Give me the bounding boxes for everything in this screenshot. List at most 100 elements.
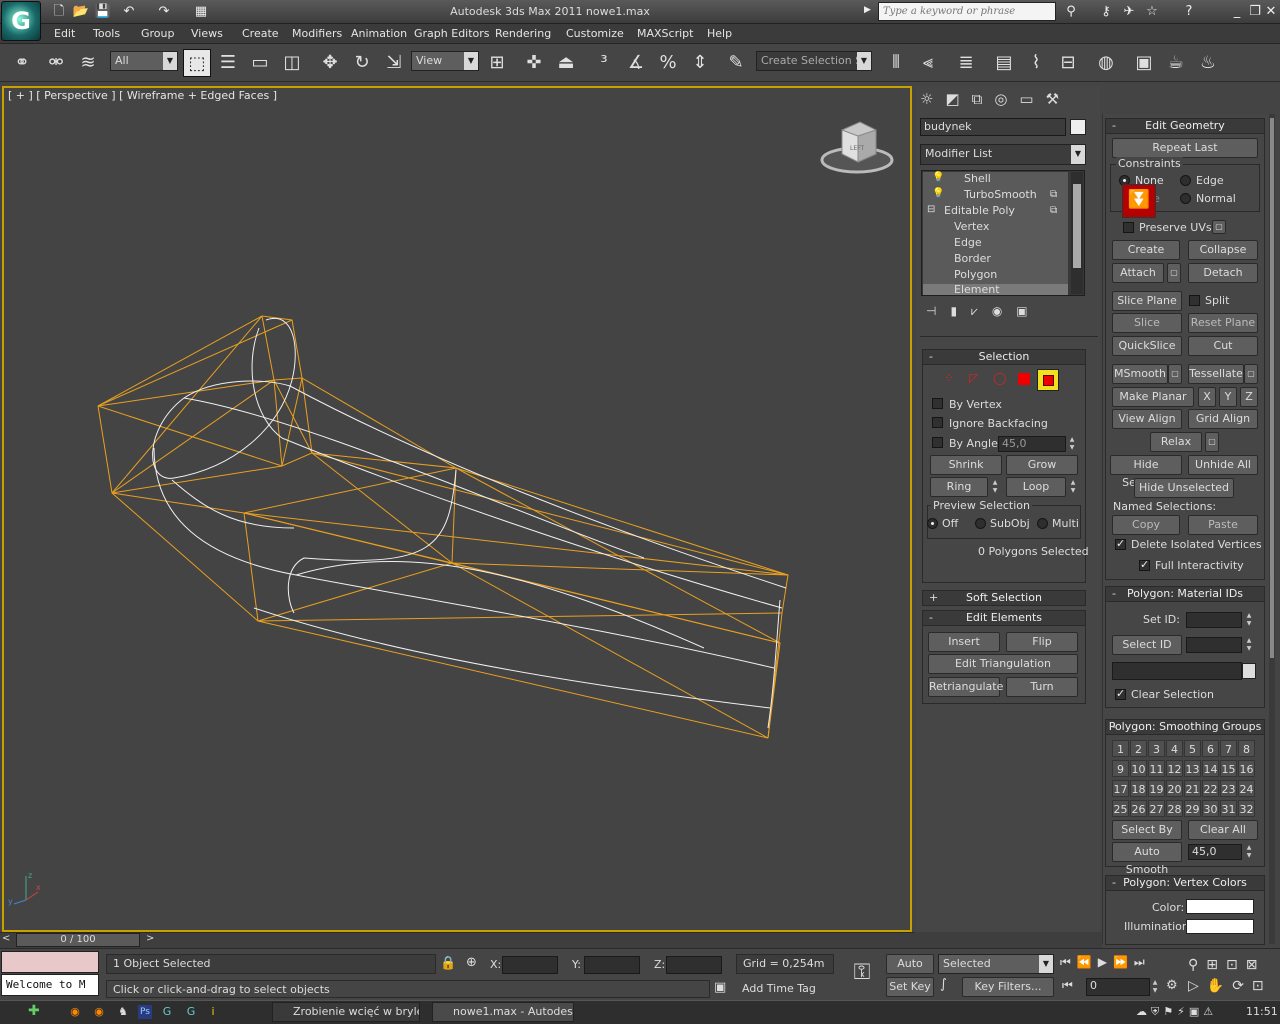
graphite-ribbon-icon[interactable]: ▤ xyxy=(990,49,1018,77)
smoothing-group-button[interactable]: 3 xyxy=(1148,740,1165,757)
rendered-frame-icon[interactable]: ☕ xyxy=(1162,49,1190,77)
loop-spinner-arrows[interactable]: ▲ ▼ xyxy=(1068,479,1078,495)
add-time-tag-button[interactable]: Add Time Tag xyxy=(736,980,834,998)
preview-multi-radio[interactable] xyxy=(1037,518,1048,529)
stack-tools-row[interactable]: ⊣▮⩗◉▣ xyxy=(926,304,1042,319)
smoothing-group-button[interactable]: 9 xyxy=(1112,760,1129,777)
expand-arrow-icon[interactable]: ▶ xyxy=(864,5,871,15)
select-object-icon[interactable]: ⬚ xyxy=(183,49,211,77)
preserve-uvs-checkbox[interactable] xyxy=(1123,222,1134,233)
close-icon[interactable]: ✕ xyxy=(1262,3,1280,20)
smoothing-group-button[interactable]: 4 xyxy=(1166,740,1183,757)
smoothing-group-button[interactable]: 10 xyxy=(1130,760,1147,777)
select-by-sg-button[interactable]: Select By SG xyxy=(1112,820,1182,854)
scale-icon[interactable]: ⇲ xyxy=(380,49,408,77)
stack-item-element[interactable]: Element xyxy=(923,284,1068,295)
menu-help[interactable]: Help xyxy=(707,24,732,44)
illumination-color-swatch[interactable] xyxy=(1186,919,1254,934)
material-editor-icon[interactable]: ◍ xyxy=(1092,49,1120,77)
stack-item-vertex[interactable] xyxy=(923,220,1068,236)
binoculars-icon[interactable]: ⚲ xyxy=(1062,3,1080,20)
split-checkbox[interactable] xyxy=(1189,295,1200,306)
smoothing-group-button[interactable]: 7 xyxy=(1220,740,1237,757)
new-file-icon[interactable]: 🗋 xyxy=(50,3,68,20)
material-ids-header[interactable]: - Polygon: Material IDs xyxy=(1105,586,1265,602)
save-file-icon[interactable]: 💾 xyxy=(94,3,112,20)
planar-x-button[interactable]: X xyxy=(1198,387,1216,407)
smoothing-group-button[interactable]: 15 xyxy=(1220,760,1237,777)
set-key-button[interactable]: Set Key xyxy=(886,977,934,997)
lock-selection-icon[interactable]: 🔒 xyxy=(440,956,456,971)
key-mode-dropdown[interactable]: Selected ▼ xyxy=(938,954,1054,974)
reference-coord-dropdown[interactable]: View ▼ xyxy=(411,51,479,71)
current-frame-arrows[interactable]: ▲ ▼ xyxy=(1150,979,1160,995)
clear-selection-checkbox[interactable] xyxy=(1115,687,1126,700)
ignore-backfacing-checkbox[interactable] xyxy=(932,417,943,428)
view-align-button[interactable]: View Align xyxy=(1112,409,1182,429)
menu-edit[interactable]: Edit xyxy=(54,24,75,44)
menu-views[interactable]: Views xyxy=(191,24,223,44)
rect-selection-icon[interactable]: ▭ xyxy=(246,49,274,77)
key-mode-toggle-icon[interactable]: ⏮ xyxy=(1062,978,1073,993)
time-config-icon[interactable]: ⚙ xyxy=(1166,978,1178,993)
collapse-minus-icon[interactable]: ⊟ xyxy=(927,204,935,215)
detach-button[interactable]: Detach xyxy=(1188,263,1258,283)
tessellate-button[interactable]: Tessellate xyxy=(1188,364,1244,384)
render-production-icon[interactable]: ♨ xyxy=(1194,49,1222,77)
smoothing-groups-header[interactable]: - Polygon: Smoothing Groups xyxy=(1105,719,1265,735)
curve-editor-icon[interactable]: ⌇ xyxy=(1022,49,1050,77)
reset-plane-button[interactable]: Reset Plane xyxy=(1188,313,1258,333)
smoothing-group-button[interactable]: 5 xyxy=(1184,740,1201,757)
max-launcher-2-icon[interactable]: G xyxy=(184,1005,198,1019)
smoothing-group-button[interactable]: 11 xyxy=(1148,760,1165,777)
bind-spacewarp-icon[interactable]: ≋ xyxy=(74,49,102,77)
select-by-name-icon[interactable]: ☰ xyxy=(214,49,242,77)
smoothing-group-button[interactable]: 19 xyxy=(1148,780,1165,797)
by-angle-spinner[interactable]: 45,0 xyxy=(998,436,1066,452)
command-panel-tabs[interactable]: ☼◩⧉◎▭⚒ xyxy=(920,90,1090,110)
maxscript-mini-listener[interactable]: Welcome to M xyxy=(1,974,99,996)
absolute-mode-icon[interactable]: ⊕ xyxy=(466,955,477,970)
retriangulate-button[interactable]: Retriangulate xyxy=(928,677,1003,697)
smoothing-group-button[interactable]: 14 xyxy=(1202,760,1219,777)
render-setup-icon[interactable]: ▣ xyxy=(1130,49,1158,77)
slice-plane-button[interactable]: Slice Plane xyxy=(1112,291,1182,311)
planar-y-button[interactable]: Y xyxy=(1219,387,1237,407)
y-coord-field[interactable] xyxy=(584,956,640,974)
unhide-all-button[interactable]: Unhide All xyxy=(1188,455,1258,475)
menu-animation[interactable]: Animation xyxy=(351,24,407,44)
smoothing-group-button[interactable]: 18 xyxy=(1130,780,1147,797)
wireframe-model[interactable] xyxy=(4,88,910,930)
vertex-color-swatch[interactable] xyxy=(1186,899,1254,914)
help-icon[interactable]: ? xyxy=(1180,3,1198,20)
lightbulb-icon[interactable]: 💡 xyxy=(932,172,944,183)
object-name-field[interactable]: budynek xyxy=(920,118,1066,136)
attach-list-button[interactable]: ▢ xyxy=(1167,263,1181,283)
firefox-icon[interactable]: ◉ xyxy=(68,1005,82,1019)
playback-controls[interactable]: ⏮⏪▶⏩⏭ xyxy=(1060,955,1184,973)
star-icon[interactable]: ☆ xyxy=(1143,3,1161,20)
keyboard-shortcut-icon[interactable]: ⏏ xyxy=(552,49,580,77)
z-coord-field[interactable] xyxy=(666,956,722,974)
key-filters-button[interactable]: Key Filters... xyxy=(962,977,1054,997)
pivot-center-icon[interactable]: ⊞ xyxy=(483,49,511,77)
smoothing-group-button[interactable]: 8 xyxy=(1238,740,1255,757)
ring-spinner-arrows[interactable]: ▲ ▼ xyxy=(990,479,1000,495)
smoothing-group-button[interactable]: 31 xyxy=(1220,800,1237,817)
material-name-arrow[interactable] xyxy=(1242,663,1256,679)
preview-off-radio[interactable] xyxy=(927,518,938,529)
loop-button[interactable]: Loop xyxy=(1006,477,1066,497)
preview-subobj-radio[interactable] xyxy=(975,518,986,529)
make-planar-button[interactable]: Make Planar xyxy=(1112,387,1194,407)
project-folder-icon[interactable]: ▦ xyxy=(192,3,210,20)
rotate-icon[interactable]: ↻ xyxy=(348,49,376,77)
menu-customize[interactable]: Customize xyxy=(566,24,624,44)
viewport-navigation-controls[interactable]: ⚲⊞⊡⊠ ▷✋⟳⊡ xyxy=(1188,955,1278,997)
collapse-button[interactable]: Collapse xyxy=(1188,240,1258,260)
soft-selection-rollout-header[interactable]: + Soft Selection xyxy=(922,590,1086,606)
msmooth-button[interactable]: MSmooth xyxy=(1112,364,1168,384)
time-slider-thumb[interactable]: 0 / 100 xyxy=(16,933,140,947)
constraint-edge-radio[interactable] xyxy=(1180,175,1191,186)
copy-button[interactable]: Copy xyxy=(1112,515,1180,535)
grid-align-button[interactable]: Grid Align xyxy=(1188,409,1258,429)
